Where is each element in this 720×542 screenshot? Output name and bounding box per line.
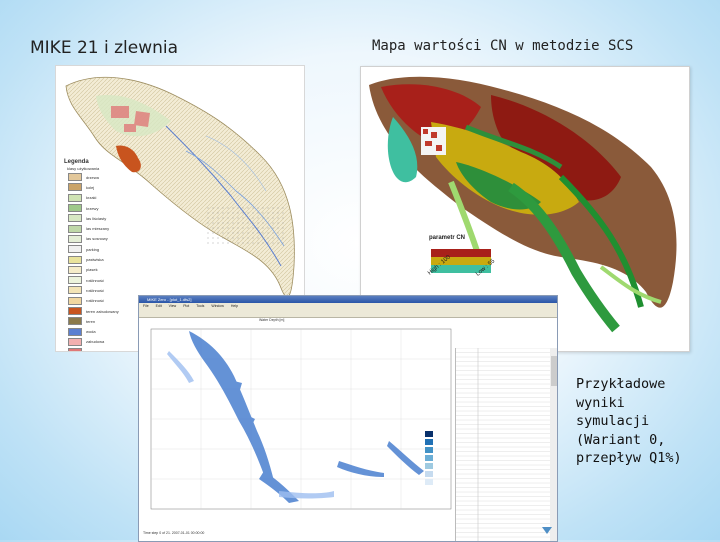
legend-swatch [68,183,82,192]
legend-item: krzewy [64,203,156,213]
legend-swatch [68,327,82,336]
legend-label: teren [86,318,96,324]
legend-label: krzaki [86,195,97,201]
legend-label: teren zabudowany [86,308,119,314]
legend-item: las liściasty [64,213,156,223]
legend-swatch [68,296,82,305]
caption-line: (Wariant 0, [576,431,666,448]
caption-line: Przykładowe [576,376,666,392]
legend-item: pastwiska [64,254,156,264]
legend-item: las mieszany [64,223,156,233]
legend-item: las sosnowy [64,234,156,244]
legend-label: kolej [86,184,95,190]
legend-swatch [68,245,82,254]
legend-swatch [68,204,82,213]
legend-label: roślinność [86,287,105,293]
legend-swatch [68,286,82,295]
slide-title-right: Mapa wartości CN w metodzie SCS [372,38,634,54]
legend-title: Legenda [64,159,89,165]
legend-swatch [68,173,82,182]
sim-color-legend [425,431,433,485]
sim-menu-item[interactable]: Window [211,304,223,308]
caption-line: symulacji [576,413,650,429]
caption-line: przepływ Q1%) [576,450,682,466]
legend-label: pastwiska [86,257,104,263]
sim-table-panel [455,347,557,541]
sim-toolbar [139,309,557,318]
sim-titlebar: MIKE Zero - [plot_1.dfs2] [139,296,557,303]
legend-label: las mieszany [86,226,110,232]
legend-item: krzaki [64,193,156,203]
sim-menu-item[interactable]: Plot [183,304,189,308]
legend-label: piasek [86,267,98,273]
sim-menu-item[interactable]: View [169,304,177,308]
sim-menu-item[interactable]: Edit [156,304,162,308]
legend-swatch [68,265,82,274]
legend-label: parking [86,246,100,252]
legend-swatch [68,193,82,202]
legend-swatch [68,307,82,315]
legend-swatch [68,255,82,264]
legend-swatch [68,348,82,351]
legend-label: zabudowa zwarta [86,350,117,351]
sim-menu-item[interactable]: Tools [196,304,204,308]
legend-label: drzewa [86,174,99,180]
sim-status-bar: Time step 0 of 21. 2007-01-01 00:00:00 [143,531,205,535]
cn-legend-title: parametr CN [429,235,466,241]
legend-swatch [68,276,82,285]
next-slide-arrow-icon[interactable] [542,527,552,534]
sim-menu-item[interactable]: File [143,304,149,308]
legend-swatch [68,224,82,233]
caption-line: wyniki [576,394,625,411]
legend-label: krzewy [86,205,99,211]
legend-swatch [68,214,82,223]
sim-menu-item[interactable]: Help [231,304,238,308]
legend-swatch [68,317,82,326]
legend-label: roślinność [86,277,105,283]
sim-title: MIKE Zero - [plot_1.dfs2] [147,297,192,302]
legend-item: drzewa [64,172,156,182]
sim-table-grid [456,347,557,541]
legend-label: las sosnowy [86,236,108,242]
slide-caption: Przykładowe wyniki symulacji (Wariant 0, prz… [576,375,682,468]
slide-title-left: MIKE 21 i zlewnia [30,38,179,58]
legend-label: las liściasty [86,215,107,221]
legend-swatch [68,337,82,346]
legend-item: piasek [64,265,156,275]
legend-label: roślinność [86,298,105,304]
legend-subtitle: klasy użytkowania [67,166,100,171]
simulation-window: MIKE Zero - [plot_1.dfs2] File Edit View Pl… [138,295,558,542]
legend-item: kolej [64,182,156,192]
legend-item: roślinność [64,275,156,285]
legend-item: parking [64,244,156,254]
legend-label: woda [86,329,96,335]
legend-swatch [68,234,82,243]
legend-label: zabudowa [86,339,105,345]
